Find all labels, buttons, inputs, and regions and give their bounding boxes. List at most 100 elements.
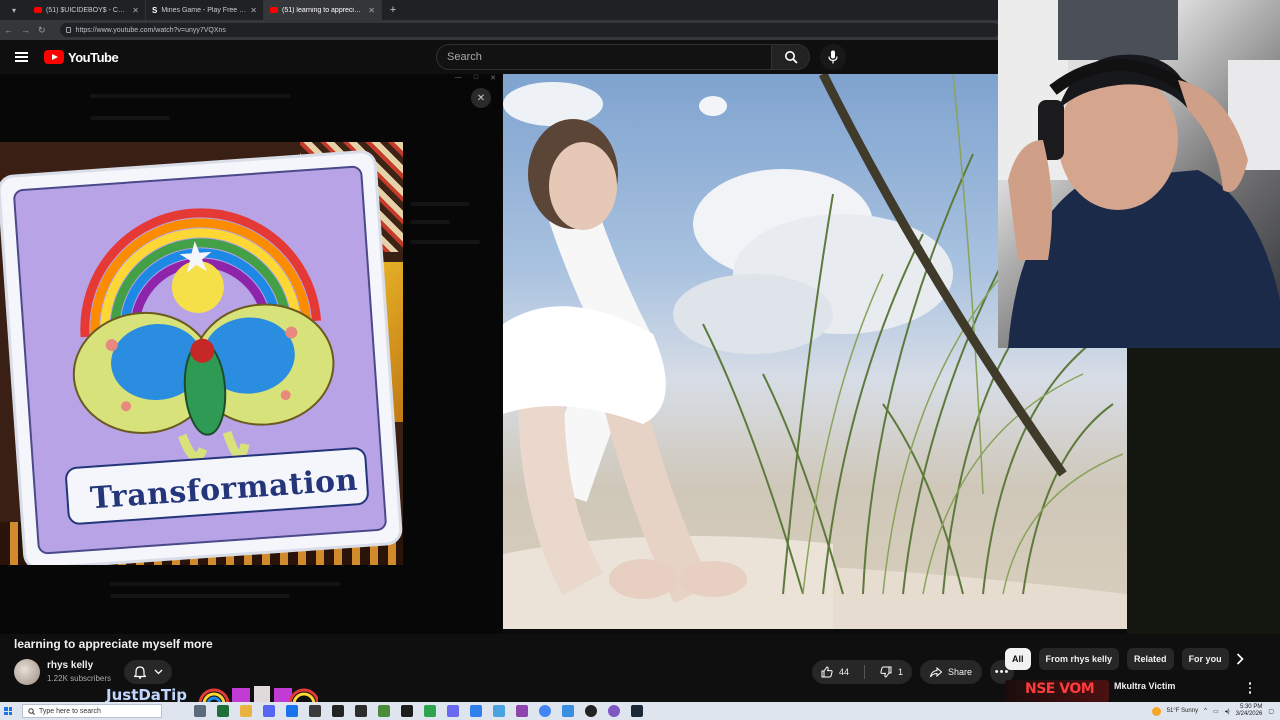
notification-icon[interactable]: ▢ (1268, 708, 1274, 715)
clock-date: 3/24/2026 (1235, 711, 1263, 717)
address-toolbar: ← → ↻ https://www.youtube.com/watch?v=un… (0, 20, 1000, 40)
clock-time: 5:30 PM (1239, 704, 1263, 710)
tab-title: Mines Game - Play Free Social Ca (161, 6, 246, 14)
like-divider (864, 665, 866, 679)
github-icon[interactable] (401, 705, 413, 717)
volume-icon[interactable]: ◂) (1225, 708, 1230, 715)
chip-all[interactable]: All (1005, 648, 1031, 670)
app-icon[interactable] (424, 705, 436, 717)
system-tray: 51°F Sunny ^ ▭ ◂) 5:30 PM 3/24/2026 ▢ (1151, 702, 1274, 720)
chip-related[interactable]: Related (1127, 648, 1174, 670)
windows-logo-icon (4, 707, 12, 715)
tab-close-icon[interactable]: ✕ (250, 6, 257, 15)
video-actions: 44 1 Share ••• (812, 660, 1015, 684)
emote-decoration (198, 686, 318, 704)
youtube-favicon-icon (270, 7, 278, 13)
new-tab-button[interactable]: + (382, 4, 404, 16)
voice-search-button[interactable] (820, 44, 846, 70)
obs-icon[interactable] (332, 705, 344, 717)
recommendation-title[interactable]: Mkultra Victim (1114, 681, 1175, 691)
overlay-close-button[interactable]: ✕ (471, 88, 491, 108)
webcam-person-illustration (998, 0, 1280, 348)
app-icon[interactable] (516, 705, 528, 717)
url-text: https://www.youtube.com/watch?v=unyy7VQX… (75, 26, 226, 34)
network-icon[interactable]: ▭ (1213, 708, 1219, 715)
like-button[interactable]: 44 (812, 660, 858, 684)
reload-icon[interactable]: ↻ (38, 25, 46, 36)
dislike-button[interactable]: 1 (871, 660, 912, 684)
taskbar-app-icons (194, 705, 643, 717)
browser-tab-1[interactable]: (51) $UICIDEBOY$ - CHÂTEAU GR ✕ (28, 0, 146, 20)
app-icon[interactable] (378, 705, 390, 717)
app-icon[interactable] (470, 705, 482, 717)
discord-icon[interactable] (263, 705, 275, 717)
dim-text-line (110, 582, 340, 586)
windows-taskbar: Type here to search 51°F Sunny ^ ▭ ◂) 5:… (0, 702, 1280, 720)
bell-icon (133, 665, 146, 679)
taskbar-search-input[interactable]: Type here to search (22, 704, 162, 718)
url-bar[interactable]: https://www.youtube.com/watch?v=unyy7VQX… (59, 23, 1000, 37)
close-icon: ✕ (476, 92, 486, 104)
back-arrow-icon[interactable]: ← (4, 25, 13, 35)
chip-for-you[interactable]: For you (1181, 648, 1229, 670)
site-favicon-icon: S (152, 5, 158, 15)
app-icon[interactable] (309, 705, 321, 717)
channel-name[interactable]: rhys kelly (47, 660, 93, 671)
recommendation-menu-icon[interactable] (1246, 682, 1254, 694)
task-view-icon[interactable] (194, 705, 206, 717)
app-icon[interactable] (286, 705, 298, 717)
subscriber-count: 1.22K subscribers (47, 674, 112, 683)
app-icon[interactable] (562, 705, 574, 717)
recommendation-chips: All From rhys kelly Related For you (1005, 648, 1229, 670)
app-icon[interactable] (447, 705, 459, 717)
minimize-icon[interactable]: — (455, 74, 462, 84)
browser-tab-3-active[interactable]: (51) learning to appreciate myself ✕ (264, 0, 382, 20)
recommendation-thumbnail[interactable]: NSE VOM (1005, 680, 1109, 702)
dim-text-line (410, 220, 450, 224)
app-icon[interactable] (608, 705, 620, 717)
app-icon[interactable] (493, 705, 505, 717)
folder-icon[interactable] (240, 705, 252, 717)
taskbar-clock[interactable]: 5:30 PM 3/24/2026 (1236, 704, 1263, 718)
sidebar-dark-panel (1127, 348, 1280, 634)
site-info-icon[interactable] (65, 27, 71, 33)
share-button[interactable]: Share (920, 660, 983, 684)
maximize-icon[interactable]: □ (474, 74, 478, 84)
start-button[interactable] (0, 702, 16, 720)
app-icon[interactable] (585, 705, 597, 717)
thumbs-up-icon (821, 666, 833, 678)
butterfly-illustration (72, 208, 335, 462)
window-close-icon[interactable]: ✕ (490, 74, 496, 84)
app-icon[interactable] (355, 705, 367, 717)
search-icon (28, 707, 35, 715)
thumbnail-text: NSE VOM (1025, 681, 1095, 697)
subscription-bell-button[interactable] (124, 660, 172, 684)
youtube-logo[interactable]: YouTube (44, 49, 119, 65)
dim-text-line (410, 202, 470, 206)
search-icon (784, 51, 798, 64)
share-label: Share (948, 667, 973, 677)
weather-sun-icon[interactable] (1151, 706, 1161, 716)
chip-from-channel[interactable]: From rhys kelly (1038, 648, 1120, 670)
browser-tab-2[interactable]: S Mines Game - Play Free Social Ca ✕ (146, 0, 264, 20)
menu-icon[interactable] (15, 52, 28, 62)
tray-chevron-icon[interactable]: ^ (1204, 708, 1207, 714)
weather-text[interactable]: 51°F Sunny (1167, 708, 1198, 714)
tarot-card-image: Transformation (0, 142, 403, 565)
search-button[interactable] (772, 44, 810, 70)
like-count: 44 (839, 667, 850, 677)
thumbs-down-icon (880, 666, 892, 678)
tab-close-icon[interactable]: ✕ (132, 6, 139, 15)
steam-icon[interactable] (631, 705, 643, 717)
tab-close-icon[interactable]: ✕ (368, 6, 375, 15)
chrome-icon[interactable] (539, 705, 551, 717)
app-icon[interactable] (217, 705, 229, 717)
tab-list-chevron-icon[interactable]: ▾ (0, 0, 28, 20)
overlay-window-controls: — □ ✕ (0, 74, 502, 84)
youtube-play-icon (44, 50, 64, 64)
forward-arrow-icon[interactable]: → (21, 25, 30, 35)
chips-next-button[interactable] (1232, 651, 1248, 667)
logo-text: YouTube (68, 49, 119, 65)
channel-avatar[interactable] (14, 659, 40, 685)
search-input[interactable]: Search (436, 44, 772, 70)
